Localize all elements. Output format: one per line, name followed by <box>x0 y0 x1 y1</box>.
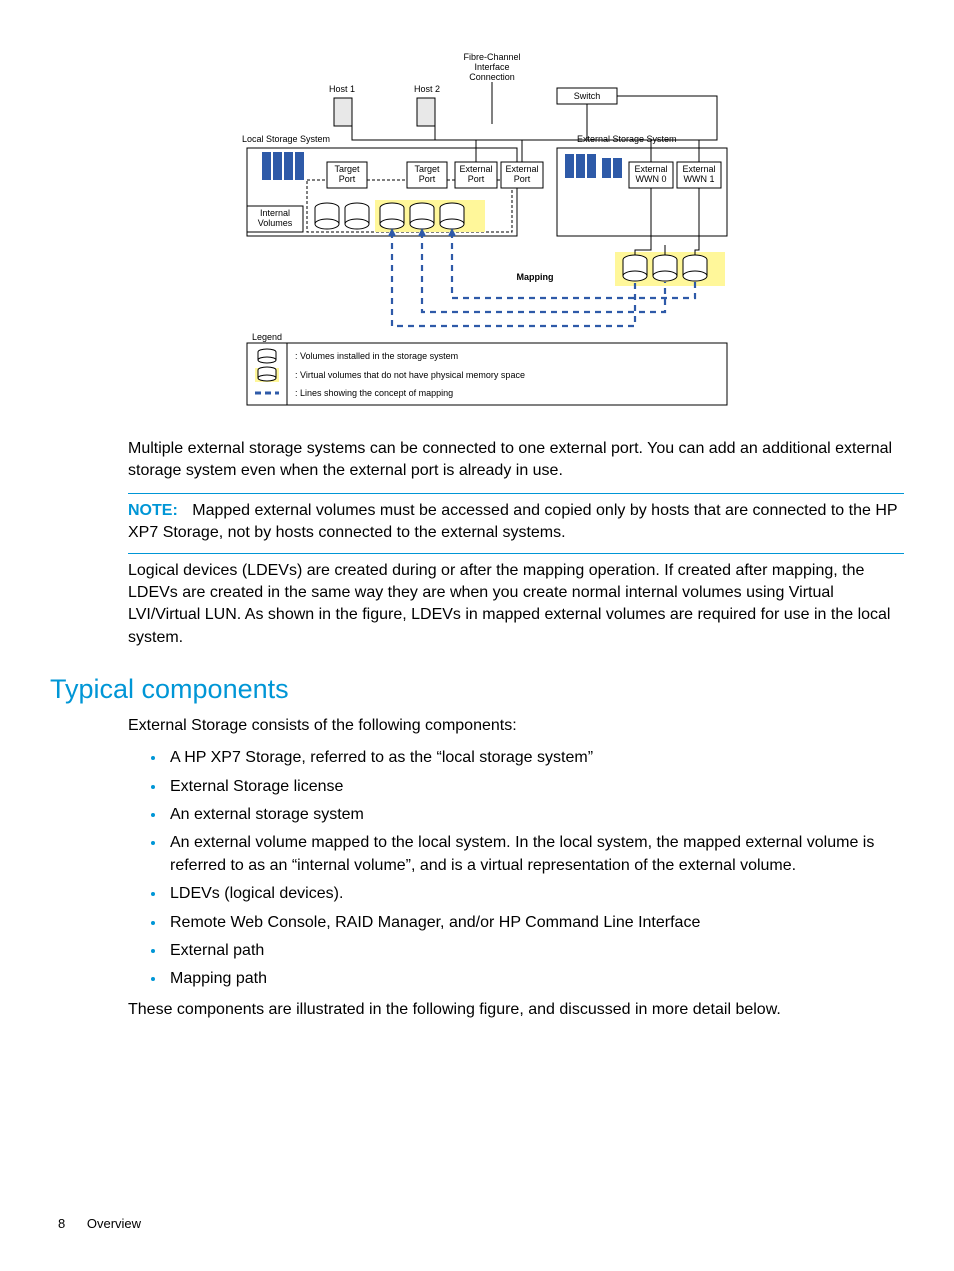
svg-ext-storage: External Storage System <box>577 134 677 144</box>
footer-section: Overview <box>87 1216 141 1231</box>
svg-mapping: Mapping <box>517 272 554 282</box>
svg-text:WWN 0: WWN 0 <box>636 174 667 184</box>
mapping-diagram: Fibre-Channel Interface Connection Host … <box>217 50 737 420</box>
page-number: 8 <box>58 1216 65 1231</box>
paragraph-multiple-systems: Multiple external storage systems can be… <box>128 438 904 483</box>
list-item: Remote Web Console, RAID Manager, and/or… <box>166 912 904 934</box>
list-item: An external volume mapped to the local s… <box>166 832 904 877</box>
svg-text:External: External <box>459 164 492 174</box>
note-block: NOTE: Mapped external volumes must be ac… <box>128 500 904 545</box>
paragraph-components-outro: These components are illustrated in the … <box>128 999 904 1021</box>
paragraph-ldevs: Logical devices (LDEVs) are created duri… <box>128 560 904 650</box>
svg-legend-title: Legend <box>252 332 282 342</box>
note-label: NOTE: <box>128 502 178 519</box>
ext-blue-bars <box>565 154 622 178</box>
components-list: A HP XP7 Storage, referred to as the “lo… <box>128 747 904 991</box>
section-typical-components: Typical components <box>50 671 904 709</box>
svg-text:External: External <box>505 164 538 174</box>
svg-host1: Host 1 <box>329 84 355 94</box>
list-item: LDEVs (logical devices). <box>166 883 904 905</box>
svg-text:External: External <box>634 164 667 174</box>
paragraph-components-intro: External Storage consists of the followi… <box>128 715 904 737</box>
list-item: Mapping path <box>166 968 904 990</box>
svg-text:Port: Port <box>419 174 436 184</box>
svg-text:WWN 1: WWN 1 <box>684 174 715 184</box>
note-rule-top <box>128 493 904 494</box>
svg-text:External: External <box>682 164 715 174</box>
list-item: External Storage license <box>166 776 904 798</box>
svg-legend1: : Volumes installed in the storage syste… <box>295 351 458 361</box>
list-item: A HP XP7 Storage, referred to as the “lo… <box>166 747 904 769</box>
svg-host2: Host 2 <box>414 84 440 94</box>
note-rule-bottom <box>128 553 904 554</box>
list-item: An external storage system <box>166 804 904 826</box>
svg-switch: Switch <box>574 91 601 101</box>
note-text: Mapped external volumes must be accessed… <box>128 502 897 541</box>
svg-legend3: : Lines showing the concept of mapping <box>295 388 453 398</box>
svg-text:Internal: Internal <box>260 208 290 218</box>
svg-text:Port: Port <box>339 174 356 184</box>
svg-text:Port: Port <box>514 174 531 184</box>
page-footer: 8 Overview <box>58 1215 141 1233</box>
svg-legend2: : Virtual volumes that do not have physi… <box>295 370 525 380</box>
svg-text:Target: Target <box>414 164 440 174</box>
svg-text:Port: Port <box>468 174 485 184</box>
svg-text:Target: Target <box>334 164 360 174</box>
svg-text:Volumes: Volumes <box>258 218 293 228</box>
local-blue-bars <box>262 152 304 180</box>
list-item: External path <box>166 940 904 962</box>
svg-local-storage: Local Storage System <box>242 134 330 144</box>
